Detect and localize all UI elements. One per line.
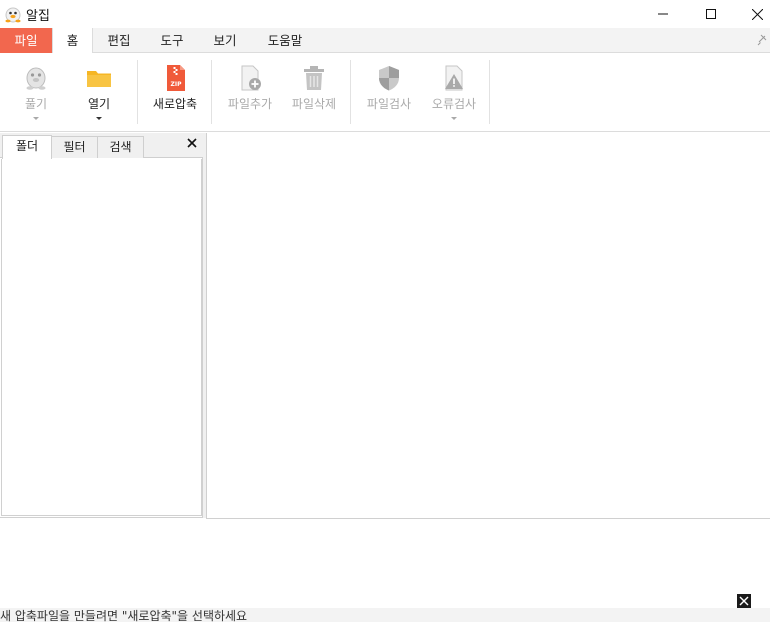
bottom-pane [0,519,770,608]
minimize-icon [658,13,668,15]
close-button[interactable] [734,0,770,28]
add-file-label: 파일추가 [227,97,273,111]
tab-view[interactable]: 보기 [200,28,250,53]
scan-file-label: 파일검사 [366,97,412,111]
check-errors-dropdown-caret[interactable] [451,117,457,120]
minimize-button[interactable] [640,0,686,28]
new-archive-button[interactable]: ZIP 새로압축 [144,53,206,132]
pin-ribbon-icon[interactable] [756,33,768,47]
panel-tab-folder[interactable]: 폴더 [2,135,52,159]
window-title: 알집 [26,9,50,24]
ribbon-separator [137,60,138,124]
svg-text:ZIP: ZIP [171,81,183,88]
tab-help[interactable]: 도움말 [254,28,316,53]
panel-tab-filter[interactable]: 필터 [51,136,98,158]
delete-file-button[interactable]: 파일삭제 [284,53,344,132]
trash-icon [304,66,324,90]
extract-dropdown-caret[interactable] [33,117,39,120]
new-archive-label: 새로압축 [152,97,198,111]
ribbon-separator [489,60,490,124]
folder-tree[interactable] [1,159,202,516]
close-icon [739,596,749,606]
status-message: 새 압축파일을 만들려면 "새로압축"을 선택하세요 [0,609,248,622]
open-label: 열기 [87,97,111,111]
ghost-mascot-icon [26,67,46,90]
check-errors-label: 오류검사 [431,97,477,111]
check-errors-button[interactable]: 오류검사 [424,53,484,132]
panel-tab-search[interactable]: 검색 [97,136,144,158]
tab-edit[interactable]: 편집 [96,28,142,53]
delete-file-label: 파일삭제 [291,97,337,111]
ribbon-separator [211,60,212,124]
panel-tab-bar: 폴더 필터 검색 [0,133,203,159]
zip-file-icon: ZIP [167,65,185,91]
open-button[interactable]: 열기 [73,53,125,132]
file-list-area[interactable] [206,133,770,519]
tab-home[interactable]: 홈 [52,28,93,54]
close-icon [751,8,763,20]
tab-tools[interactable]: 도구 [146,28,198,53]
title-bar: 알집 [0,0,770,28]
scan-file-button[interactable]: 파일검사 [358,53,420,132]
menu-tab-bar: 파일 홈 편집 도구 보기 도움말 [0,28,770,54]
folder-panel: 폴더 필터 검색 [0,133,203,518]
extract-label: 풀기 [24,97,48,111]
panel-close-icon[interactable] [186,137,198,149]
app-logo-icon [5,7,21,23]
ribbon-separator [350,60,351,124]
folder-icon [87,71,111,87]
maximize-icon [706,9,716,19]
notice-close-button[interactable] [737,594,751,608]
warning-file-icon [445,65,463,91]
add-file-icon [241,65,261,91]
maximize-button[interactable] [688,0,734,28]
status-bar: 새 압축파일을 만들려면 "새로압축"을 선택하세요 [0,608,770,622]
tab-file[interactable]: 파일 [0,28,52,53]
add-file-button[interactable]: 파일추가 [220,53,280,132]
extract-button[interactable]: 풀기 [10,53,62,132]
shield-icon [379,66,399,91]
open-dropdown-caret[interactable] [96,117,102,120]
ribbon-toolbar: 풀기 열기 ZIP 새로압축 파일추가 파일삭제 파일검사 오류검사 [0,53,770,132]
